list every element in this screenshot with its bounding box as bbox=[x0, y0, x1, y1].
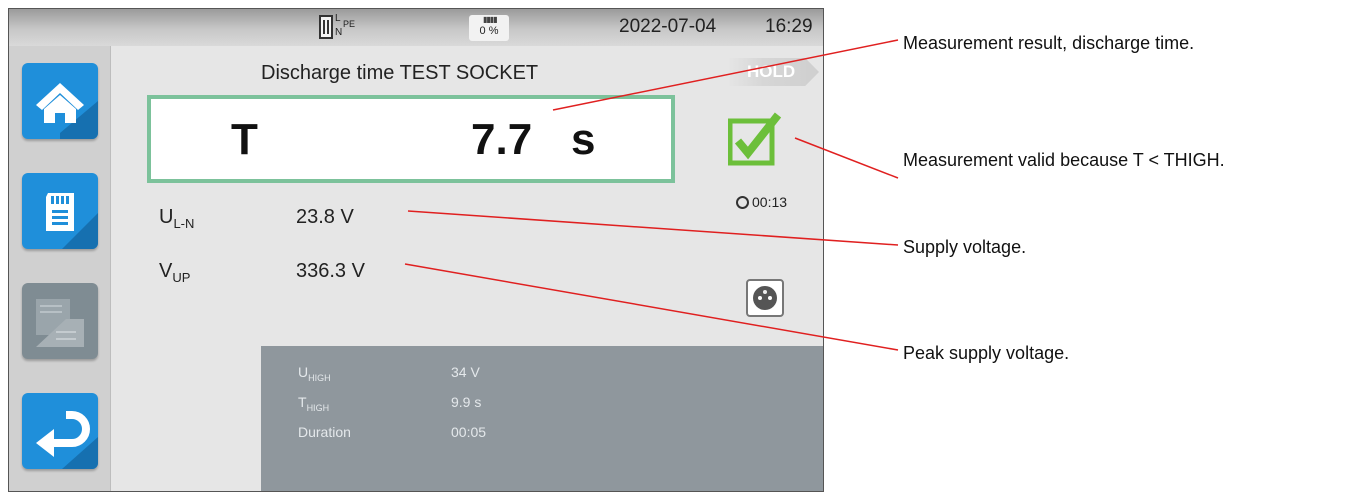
callout-result: Measurement result, discharge time. bbox=[903, 33, 1195, 53]
callout-line-valid bbox=[794, 137, 899, 179]
callout-supply: Supply voltage. bbox=[903, 237, 1027, 257]
callout-line-result bbox=[552, 39, 899, 111]
callout-lines bbox=[404, 39, 899, 351]
callout-valid: Measurement valid because T < THIGH. bbox=[903, 150, 1225, 170]
callout-line-peak bbox=[404, 263, 899, 351]
callout-line-supply bbox=[407, 210, 899, 246]
callout-peak: Peak supply voltage. bbox=[903, 343, 1070, 363]
